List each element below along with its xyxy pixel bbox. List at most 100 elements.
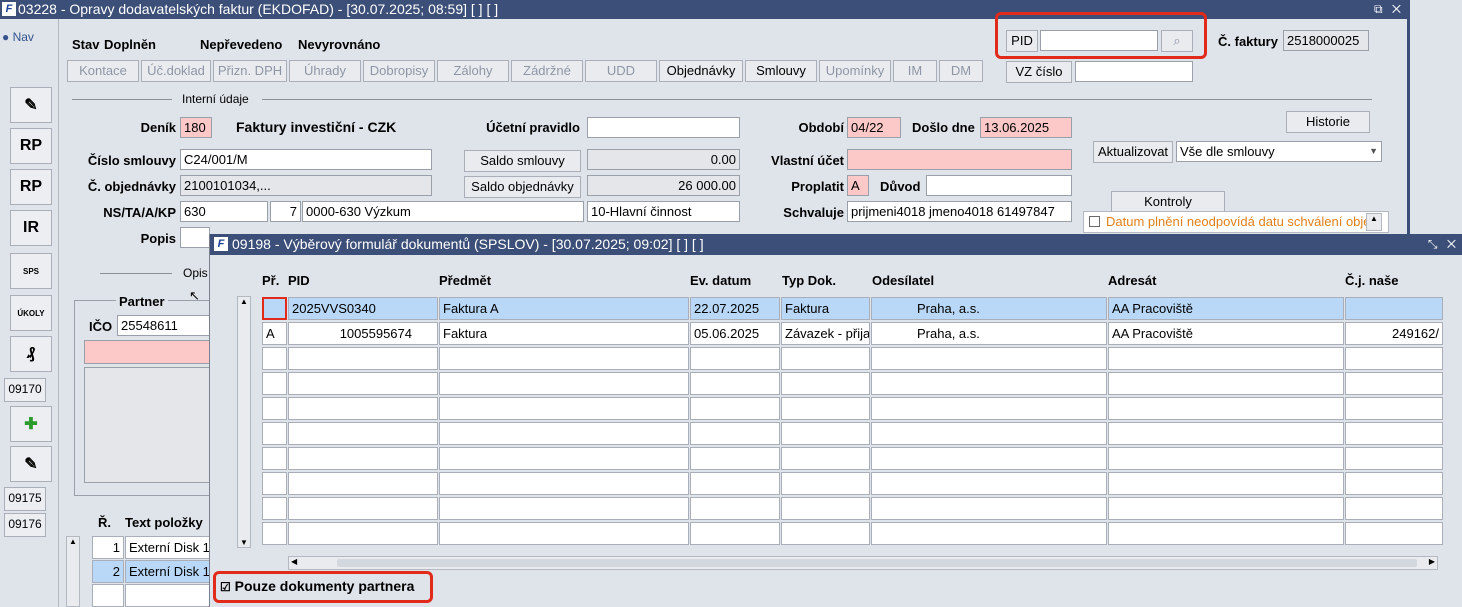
- empty-cell[interactable]: [1345, 522, 1443, 545]
- im-button[interactable]: IM: [893, 60, 937, 82]
- ns-input-1[interactable]: 630: [180, 201, 268, 222]
- scroll-thumb[interactable]: [337, 559, 1417, 567]
- aktualizovat-button[interactable]: Aktualizovat: [1093, 141, 1173, 163]
- empty-cell[interactable]: [871, 497, 1107, 520]
- empty-cell[interactable]: [871, 372, 1107, 395]
- faktura-number[interactable]: 2518000025: [1283, 30, 1369, 51]
- empty-cell[interactable]: [288, 422, 438, 445]
- sidebar-09176-button[interactable]: 09176: [4, 513, 46, 537]
- empty-cell[interactable]: [288, 347, 438, 370]
- empty-cell[interactable]: [690, 472, 780, 495]
- objednavky-button[interactable]: Objednávky: [659, 60, 743, 82]
- row1-pr[interactable]: [262, 297, 287, 320]
- row1-datum[interactable]: 22.07.2025: [690, 297, 780, 320]
- historie-button[interactable]: Historie: [1286, 111, 1370, 133]
- empty-cell[interactable]: [781, 497, 870, 520]
- empty-cell[interactable]: [262, 497, 287, 520]
- empty-cell[interactable]: [262, 472, 287, 495]
- prizn-dph-button[interactable]: Přizn. DPH: [213, 60, 287, 82]
- empty-cell[interactable]: [1108, 422, 1344, 445]
- kontace-button[interactable]: Kontace: [67, 60, 139, 82]
- sidebar-ir-button[interactable]: IR: [10, 210, 52, 246]
- empty-cell[interactable]: [439, 397, 689, 420]
- empty-cell[interactable]: [781, 422, 870, 445]
- c-objednavky-input[interactable]: 2100101034,...: [180, 175, 432, 196]
- sidebar-money-button[interactable]: ₰: [10, 336, 52, 372]
- duvod-input[interactable]: [926, 175, 1072, 196]
- dialog-close-icon[interactable]: ⤡ ✕: [1428, 234, 1459, 255]
- zadrzne-button[interactable]: Zádržné: [511, 60, 583, 82]
- row2-odesilatel[interactable]: Praha, a.s.: [871, 322, 1107, 345]
- udd-button[interactable]: UDD: [585, 60, 657, 82]
- dobropisy-button[interactable]: Dobropisy: [363, 60, 435, 82]
- empty-cell[interactable]: [288, 472, 438, 495]
- vz-cislo-input[interactable]: [1075, 61, 1193, 82]
- schvaluje-input[interactable]: prijmeni4018 jmeno4018 61497847: [847, 201, 1072, 222]
- empty-cell[interactable]: [288, 522, 438, 545]
- proplatit-input[interactable]: A: [847, 175, 869, 196]
- ucdoklad-button[interactable]: Úč.doklad: [141, 60, 211, 82]
- empty-cell[interactable]: [1108, 447, 1344, 470]
- pid-input[interactable]: [1040, 30, 1158, 51]
- nav-link[interactable]: ● Nav: [2, 30, 34, 44]
- empty-cell[interactable]: [1108, 372, 1344, 395]
- empty-cell[interactable]: [690, 372, 780, 395]
- sidebar-edit-button[interactable]: ✎: [10, 87, 52, 123]
- saldo-smlouvy-button[interactable]: Saldo smlouvy: [464, 150, 581, 172]
- sidebar-rp-cz-button[interactable]: RP: [10, 128, 52, 164]
- item-row-1-text[interactable]: Externí Disk 1: [125, 536, 210, 559]
- empty-cell[interactable]: [781, 522, 870, 545]
- empty-cell[interactable]: [781, 347, 870, 370]
- dm-button[interactable]: DM: [939, 60, 983, 82]
- empty-cell[interactable]: [288, 372, 438, 395]
- row1-cj[interactable]: [1345, 297, 1443, 320]
- empty-cell[interactable]: [690, 447, 780, 470]
- vlastni-ucet-input[interactable]: [847, 149, 1072, 170]
- sidebar-rp-eu-button[interactable]: RP: [10, 169, 52, 205]
- cislo-smlouvy-input[interactable]: C24/001/M: [180, 149, 432, 170]
- empty-cell[interactable]: [1345, 497, 1443, 520]
- empty-cell[interactable]: [1345, 372, 1443, 395]
- item-row-2-text[interactable]: Externí Disk 1: [125, 560, 210, 583]
- pid-button[interactable]: PID: [1006, 30, 1038, 52]
- denik-code[interactable]: 180: [180, 117, 212, 138]
- row2-adresat[interactable]: AA Pracoviště: [1108, 322, 1344, 345]
- empty-cell[interactable]: [1345, 447, 1443, 470]
- sidebar-add-button[interactable]: ✚: [10, 406, 52, 442]
- empty-cell[interactable]: [288, 497, 438, 520]
- row2-pid[interactable]: 1005595674: [288, 322, 438, 345]
- empty-cell[interactable]: [439, 347, 689, 370]
- empty-cell[interactable]: [439, 372, 689, 395]
- row1-typ[interactable]: Faktura: [781, 297, 870, 320]
- dialog-horizontal-scrollbar[interactable]: ◀ ▶: [288, 556, 1438, 570]
- kontrola-checkbox[interactable]: [1089, 216, 1100, 227]
- row1-pid[interactable]: 2025VVS0340: [288, 297, 438, 320]
- row1-predmet[interactable]: Faktura A: [439, 297, 689, 320]
- empty-cell[interactable]: [439, 522, 689, 545]
- empty-cell[interactable]: [690, 497, 780, 520]
- sidebar-edit2-button[interactable]: ✎: [10, 446, 52, 482]
- ns-input-2[interactable]: 7: [270, 201, 301, 222]
- zalohy-button[interactable]: Zálohy: [437, 60, 509, 82]
- empty-cell[interactable]: [262, 522, 287, 545]
- row1-adresat[interactable]: AA Pracoviště: [1108, 297, 1344, 320]
- aktualizovat-select[interactable]: Vše dle smlouvy ▼: [1176, 141, 1382, 162]
- pid-search-button[interactable]: ⌕: [1161, 30, 1193, 52]
- obdobi-input[interactable]: 04/22: [847, 117, 901, 138]
- row2-pr[interactable]: A: [262, 322, 287, 345]
- smlouvy-button[interactable]: Smlouvy: [745, 60, 817, 82]
- empty-cell[interactable]: [781, 472, 870, 495]
- item-row-3-text[interactable]: [125, 584, 210, 607]
- sidebar-09175-button[interactable]: 09175: [4, 487, 46, 511]
- empty-cell[interactable]: [871, 347, 1107, 370]
- empty-cell[interactable]: [439, 422, 689, 445]
- empty-cell[interactable]: [1345, 347, 1443, 370]
- window-controls[interactable]: ⧉ ✕: [1374, 0, 1404, 19]
- empty-cell[interactable]: [871, 472, 1107, 495]
- empty-cell[interactable]: [1108, 397, 1344, 420]
- empty-cell[interactable]: [1345, 422, 1443, 445]
- empty-cell[interactable]: [871, 522, 1107, 545]
- empty-cell[interactable]: [1108, 497, 1344, 520]
- empty-cell[interactable]: [262, 347, 287, 370]
- empty-cell[interactable]: [871, 397, 1107, 420]
